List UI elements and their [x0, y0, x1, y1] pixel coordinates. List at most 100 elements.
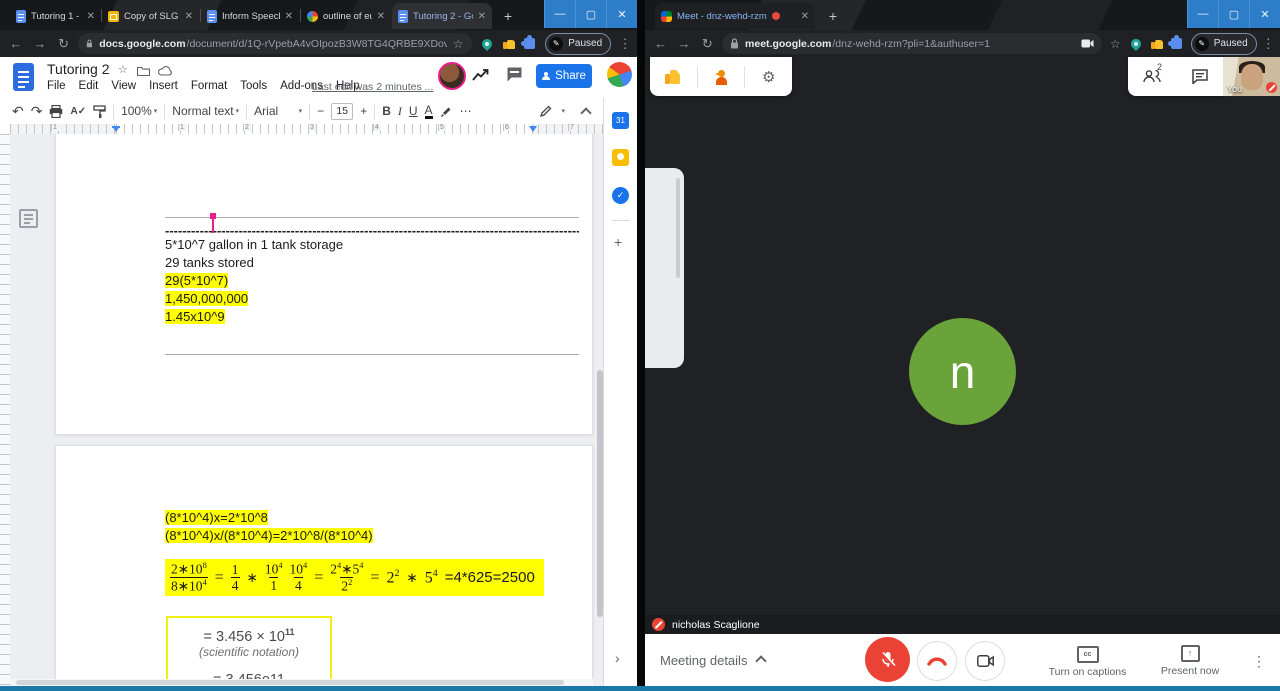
tab-close-icon[interactable]: ✕	[87, 11, 95, 22]
more-options-icon[interactable]: ⋮	[1252, 653, 1266, 670]
thumbs-up-reaction-button[interactable]	[650, 57, 697, 96]
spellcheck-icon[interactable]: A✓	[70, 106, 86, 117]
tab-close-icon[interactable]: ✕	[285, 11, 293, 22]
back-button[interactable]: ←	[649, 36, 672, 51]
doc-text-line[interactable]: 29 tanks stored	[165, 255, 254, 270]
bold-icon[interactable]: B	[382, 104, 391, 118]
bookmark-star-icon[interactable]: ☆	[453, 37, 464, 51]
camera-button[interactable]	[965, 641, 1005, 681]
reload-button[interactable]: ↻	[696, 36, 719, 52]
decrease-font-icon[interactable]: −	[317, 104, 324, 118]
keep-icon[interactable]	[612, 149, 629, 166]
paragraph-style-select[interactable]: Normal text ▾	[172, 104, 239, 118]
paused-extension-pill[interactable]: ✎ Paused	[1190, 32, 1257, 55]
tab-meet[interactable]: Meet - dnz-wehd-rzm ✕	[655, 3, 815, 29]
settings-button[interactable]: ⚙	[745, 57, 792, 96]
share-button[interactable]: Share	[536, 64, 592, 88]
horizontal-scrollbar-track[interactable]	[10, 679, 594, 686]
thumbs-extension-icon[interactable]	[503, 38, 516, 49]
tab-tutoring-2-active[interactable]: Tutoring 2 - Go ✕	[392, 3, 492, 29]
raise-hand-button[interactable]	[698, 57, 745, 96]
text-color-icon[interactable]: A	[424, 104, 433, 119]
close-button[interactable]: ✕	[606, 0, 637, 28]
menu-tools[interactable]: Tools	[240, 80, 267, 92]
get-addons-icon[interactable]: +	[614, 234, 622, 250]
doc-text-line-highlighted[interactable]: (8*10^4)x=2*10^8	[165, 510, 268, 525]
forward-button[interactable]: →	[28, 36, 52, 51]
address-bar[interactable]: docs.google.com/document/d/1Q-rVpebA4vOI…	[78, 33, 472, 54]
calendar-icon[interactable]: 31	[612, 112, 629, 129]
doc-text-line-highlighted[interactable]: 29(5*10^7)	[165, 273, 229, 288]
new-tab-button[interactable]: +	[823, 6, 843, 26]
document-page-2[interactable]: (8*10^4)x=2*10^8 (8*10^4)x/(8*10^4)=2*10…	[55, 445, 593, 686]
italic-icon[interactable]: I	[398, 104, 402, 119]
left-indent-marker[interactable]	[112, 126, 120, 132]
menu-view[interactable]: View	[111, 80, 136, 92]
tab-outline-of-europe[interactable]: outline of euro ✕	[301, 3, 391, 29]
doc-text-line-highlighted[interactable]: (8*10^4)x/(8*10^4)=2*10^8/(8*10^4)	[165, 528, 373, 543]
horizontal-scrollbar-thumb[interactable]	[16, 680, 564, 685]
collaborator-avatar[interactable]	[438, 62, 466, 90]
zoom-select[interactable]: 100% ▾	[121, 104, 157, 118]
menu-file[interactable]: File	[47, 80, 66, 92]
underline-icon[interactable]: U	[409, 104, 418, 118]
extensions-puzzle-icon[interactable]	[1168, 35, 1182, 49]
tab-close-icon[interactable]: ✕	[185, 11, 193, 22]
people-button[interactable]: 2	[1128, 57, 1176, 96]
self-view-tile[interactable]: You	[1223, 57, 1280, 96]
captions-button[interactable]: cc Turn on captions	[1040, 643, 1135, 678]
pin-extension-icon[interactable]	[1128, 36, 1143, 51]
docs-logo-icon[interactable]	[13, 63, 34, 91]
camera-in-use-icon[interactable]	[1081, 39, 1094, 48]
comment-icon[interactable]	[506, 66, 523, 83]
new-tab-button[interactable]: +	[498, 6, 518, 26]
tab-copy-of-slg[interactable]: Copy of SLG Pr ✕	[102, 3, 199, 29]
back-button[interactable]: ←	[4, 36, 28, 51]
tasks-icon[interactable]: ✓	[612, 187, 629, 204]
font-size-field[interactable]: 15	[331, 102, 354, 120]
highlight-color-icon[interactable]	[440, 105, 453, 118]
bookmark-star-icon[interactable]: ☆	[1110, 37, 1121, 51]
mic-mute-button[interactable]	[865, 637, 910, 682]
editing-mode-pencil-icon[interactable]	[539, 105, 552, 118]
menu-edit[interactable]: Edit	[79, 80, 99, 92]
editing-mode-dropdown-icon[interactable]: ▾	[561, 107, 565, 115]
increase-font-icon[interactable]: +	[360, 104, 367, 118]
dashed-divider-line[interactable]: ----------------------------------------…	[165, 223, 579, 238]
collapse-toolbar-icon[interactable]	[580, 106, 592, 119]
thumbs-extension-icon[interactable]	[1151, 38, 1164, 49]
star-document-icon[interactable]: ☆	[118, 63, 128, 76]
activity-trend-icon[interactable]	[472, 68, 490, 82]
document-outline-icon[interactable]	[19, 209, 38, 228]
paused-extension-pill[interactable]: ✎ Paused	[545, 32, 612, 55]
tab-close-icon[interactable]: ✕	[478, 11, 486, 22]
document-title[interactable]: Tutoring 2	[47, 61, 110, 77]
account-avatar[interactable]	[607, 62, 632, 87]
maximize-button[interactable]: ▢	[575, 0, 606, 28]
shared-tile-panel[interactable]	[645, 168, 684, 368]
move-folder-icon[interactable]	[137, 66, 150, 76]
equation-line[interactable]: 2∗108 8∗104 = 14 ∗ 104 1 104 4 = 24∗54 22 = …	[165, 559, 544, 597]
paint-format-icon[interactable]	[93, 104, 106, 118]
doc-text-line-highlighted[interactable]: 1.45x10^9	[165, 309, 225, 324]
address-bar[interactable]: meet.google.com/dnz-wehd-rzm?pli=1&authu…	[722, 33, 1102, 54]
reload-button[interactable]: ↻	[52, 36, 76, 52]
doc-text-line-highlighted[interactable]: 1,450,000,000	[165, 291, 249, 306]
tab-tutoring-1[interactable]: Tutoring 1 - Go ✕	[10, 3, 101, 29]
tab-close-icon[interactable]: ✕	[801, 11, 809, 22]
extensions-puzzle-icon[interactable]	[521, 35, 536, 49]
right-indent-marker[interactable]	[529, 126, 537, 132]
meeting-details-button[interactable]: Meeting details	[660, 653, 768, 668]
minimize-button[interactable]: —	[1187, 0, 1218, 28]
present-button[interactable]: ↑ Present now	[1150, 643, 1230, 677]
tab-close-icon[interactable]: ✕	[377, 11, 385, 22]
leave-call-button[interactable]	[917, 641, 957, 681]
last-edit-link[interactable]: Last edit was 2 minutes ...	[312, 81, 433, 93]
print-icon[interactable]	[49, 104, 63, 118]
menu-format[interactable]: Format	[191, 80, 227, 92]
menu-insert[interactable]: Insert	[149, 80, 178, 92]
undo-icon[interactable]: ↶	[12, 103, 24, 120]
forward-button[interactable]: →	[672, 36, 695, 51]
doc-text-line[interactable]: 5*10^7 gallon in 1 tank storage	[165, 237, 343, 252]
tab-inform-speech[interactable]: Inform Speech ✕	[201, 3, 299, 29]
